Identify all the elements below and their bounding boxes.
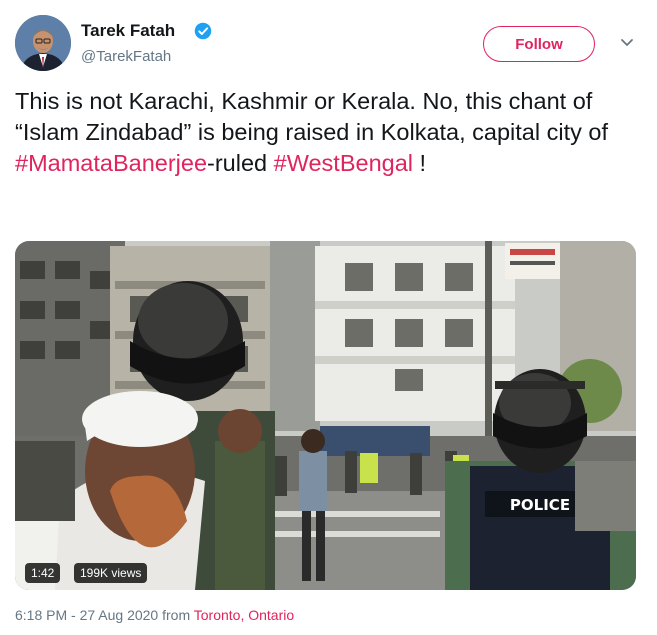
timestamp[interactable]: 6:18 PM - 27 Aug 2020 from	[15, 607, 194, 623]
avatar[interactable]	[15, 15, 71, 71]
hashtag-link[interactable]: #MamataBanerjee	[15, 150, 207, 176]
video-views: 199K views	[74, 563, 148, 583]
video-player[interactable]: POLICE 1:42 199K views	[15, 241, 636, 590]
location-city-link[interactable]: Toronto	[194, 607, 241, 623]
hashtag-link[interactable]: #WestBengal	[274, 150, 413, 176]
tweet-text: This is not Karachi, Kashmir or Kerala. …	[15, 86, 645, 179]
chevron-down-icon[interactable]	[619, 37, 635, 49]
location-region-link[interactable]: Ontario	[248, 607, 294, 623]
tweet-text-part: This is not Karachi, Kashmir or Kerala. …	[15, 88, 609, 145]
tweet-text-part: -ruled	[207, 150, 274, 176]
verified-badge-icon	[194, 22, 212, 40]
user-handle[interactable]: @TarekFatah	[81, 48, 171, 65]
follow-button[interactable]: Follow	[483, 26, 595, 62]
tweet-meta: 6:18 PM - 27 Aug 2020 from Toronto, Onta…	[15, 607, 294, 623]
profile-photo	[15, 15, 71, 71]
video-duration: 1:42	[25, 563, 61, 583]
police-label: POLICE	[510, 496, 570, 514]
tweet-text-part: !	[413, 150, 427, 176]
video-thumbnail: POLICE	[15, 241, 636, 590]
display-name[interactable]: Tarek Fatah	[81, 21, 175, 41]
